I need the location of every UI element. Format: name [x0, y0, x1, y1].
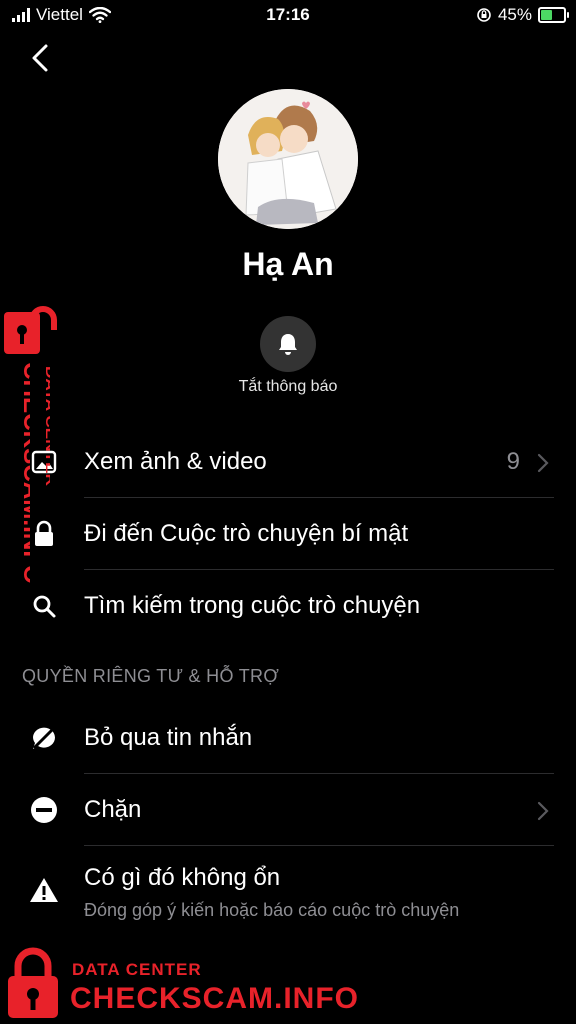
search-icon [28, 590, 60, 622]
secret-conversation-label: Đi đến Cuộc trò chuyện bí mật [84, 520, 409, 547]
profile-name: Hạ An [242, 246, 334, 282]
avatar-illustration [218, 89, 358, 229]
report-row[interactable]: Có gì đó không ổn Đóng góp ý kiến hoặc b… [0, 840, 576, 930]
status-bar: Viettel 17:16 45% [0, 0, 576, 30]
status-right: 45% [476, 5, 569, 25]
view-media-row[interactable]: Xem ảnh & video 9 [0, 426, 576, 498]
battery-icon [538, 7, 569, 23]
media-count: 9 [506, 448, 520, 475]
chevron-right-icon [537, 801, 549, 821]
view-media-label: Xem ảnh & video [84, 448, 267, 475]
back-chevron-icon[interactable] [26, 40, 56, 76]
watermark-big-text: CHECKSCAM.INFO [70, 982, 359, 1015]
mute-notifications-label: Tắt thông báo [238, 378, 338, 395]
block-row[interactable]: Chặn [0, 774, 576, 846]
avatar[interactable] [218, 89, 358, 229]
search-conversation-label: Tìm kiếm trong cuộc trò chuyện [84, 592, 421, 619]
secret-conversation-row[interactable]: Đi đến Cuộc trò chuyện bí mật [0, 498, 576, 570]
chevron-right-icon [537, 453, 549, 473]
watermark-vertical-text: CHECKSCAM.INFO [18, 362, 30, 584]
report-label: Có gì đó không ổn [84, 864, 281, 891]
ignore-messages-row[interactable]: Bỏ qua tin nhắn [0, 702, 576, 774]
watermark-lock-icon [4, 306, 57, 354]
report-subtitle: Đóng góp ý kiến hoặc báo cáo cuộc trò ch… [84, 900, 460, 920]
lock-icon [28, 518, 60, 550]
block-icon [28, 794, 60, 826]
watermark-vertical-big: CHECKSCAM.INFO [18, 362, 30, 584]
watermark-small-text: DATA CENTER [72, 960, 202, 979]
ignore-messages-label: Bỏ qua tin nhắn [84, 724, 253, 751]
battery-percent: 45% [497, 5, 532, 24]
mute-notifications-button[interactable] [260, 316, 316, 372]
warning-icon [28, 874, 60, 906]
search-conversation-row[interactable]: Tìm kiếm trong cuộc trò chuyện [0, 570, 576, 642]
watermark-vertical-small-text: DATA CENTER [43, 366, 50, 486]
privacy-section-header: QUYỀN RIÊNG TƯ & HỖ TRỢ [22, 666, 280, 686]
ignore-icon [28, 722, 60, 754]
orientation-lock-icon [477, 8, 491, 22]
block-label: Chặn [84, 796, 142, 823]
watermark-vertical-small: DATA CENTER [43, 366, 50, 486]
watermark-lock-icon [8, 947, 58, 1018]
bell-icon [279, 334, 297, 355]
